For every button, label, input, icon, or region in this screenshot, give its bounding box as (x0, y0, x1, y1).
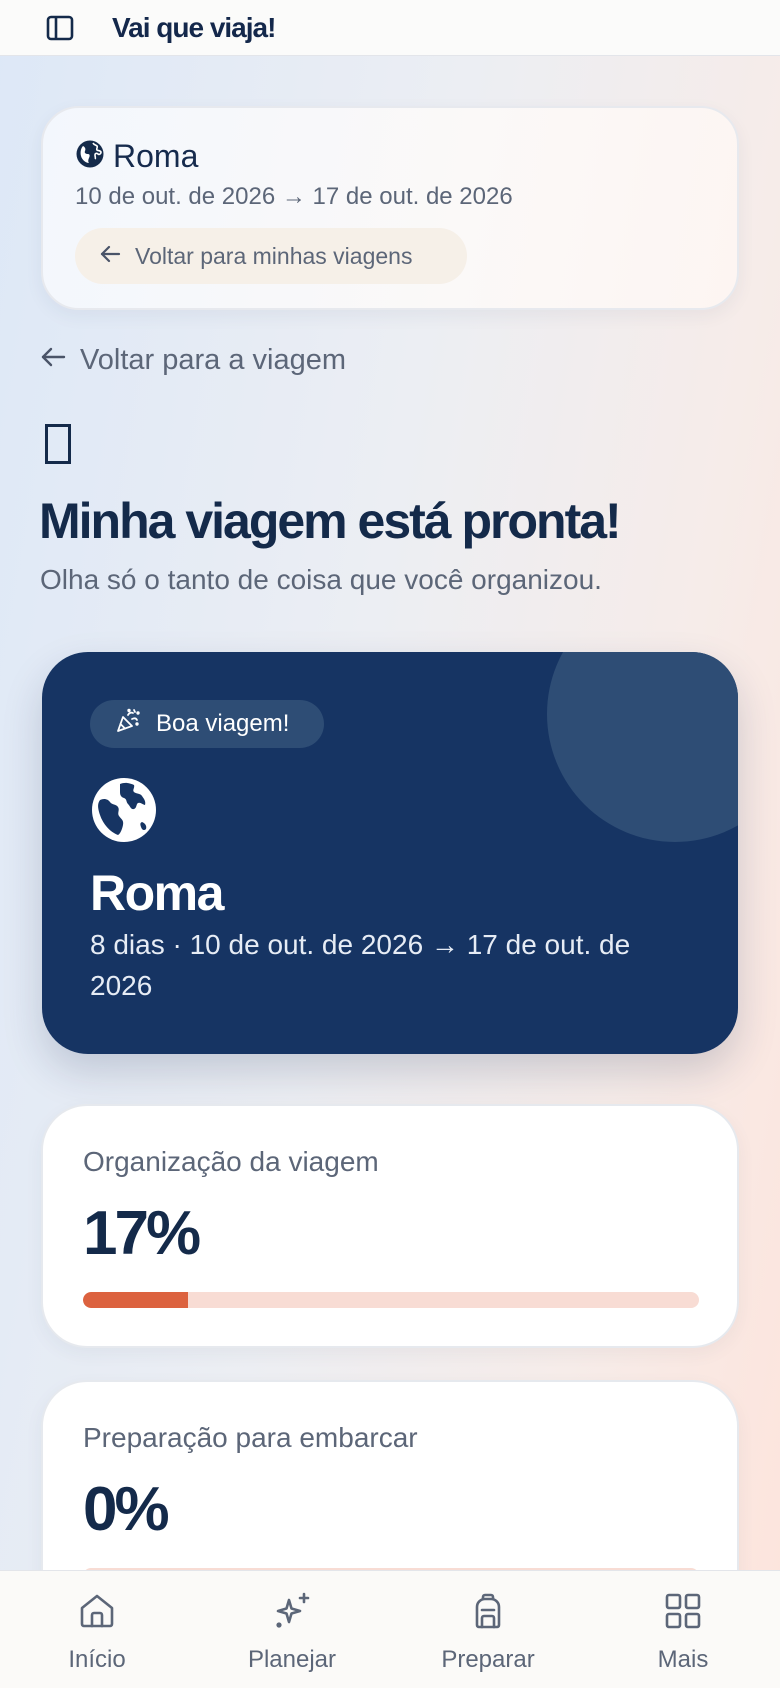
hero-trip-details: 8 dias · 10 de out. de 2026 → 17 de out.… (90, 929, 631, 1001)
trip-dates: 10 de out. de 2026 → 17 de out. de 2026 (75, 183, 513, 210)
backpack-icon (468, 1591, 508, 1638)
progress-bar-fill (83, 1292, 188, 1308)
hero-destination: Roma (90, 865, 224, 921)
bottom-navigation: Início Planejar Preparar Mais (0, 1570, 780, 1688)
home-icon (77, 1591, 117, 1638)
trip-destination-row: Roma (75, 138, 198, 175)
globe-icon (90, 776, 158, 849)
top-bar: Vai que viaja! (0, 0, 780, 56)
trip-header-card: Roma 10 de out. de 2026 → 17 de out. de … (41, 106, 739, 310)
back-to-trip-link[interactable]: Voltar para a viagem (40, 344, 346, 377)
back-to-my-trips-label: Voltar para minhas viagens (135, 242, 413, 269)
nav-label: Preparar (441, 1646, 535, 1673)
progress-bar (83, 1292, 699, 1308)
arrow-left-icon (99, 243, 121, 270)
organization-progress-card: Organização da viagem 17% (41, 1104, 739, 1348)
nav-item-planejar[interactable]: Planejar (212, 1591, 372, 1674)
trip-destination: Roma (113, 138, 199, 174)
back-to-my-trips-button[interactable]: Voltar para minhas viagens (75, 228, 467, 284)
globe-icon (75, 139, 105, 174)
nav-item-mais[interactable]: Mais (603, 1591, 763, 1674)
grid-icon (663, 1591, 703, 1638)
page-subtitle: Olha só o tanto de coisa que você organi… (40, 564, 602, 595)
party-emoji-icon (45, 424, 71, 464)
trip-summary-card: Boa viagem! Roma 8 dias · 10 de out. de … (42, 652, 738, 1054)
trip-badge: Boa viagem! (90, 700, 324, 748)
decorative-circle (547, 652, 738, 842)
back-to-trip-label: Voltar para a viagem (80, 344, 346, 376)
page-title: Minha viagem está pronta! (39, 493, 622, 549)
nav-item-inicio[interactable]: Início (17, 1591, 177, 1674)
arrow-left-icon (40, 344, 66, 377)
progress-label: Preparação para embarcar (83, 1422, 418, 1453)
nav-label: Início (68, 1646, 126, 1673)
nav-label: Planejar (247, 1646, 337, 1673)
progress-label: Organização da viagem (83, 1146, 379, 1177)
sparkles-icon (272, 1591, 312, 1638)
trip-badge-label: Boa viagem! (156, 710, 290, 737)
app-title: Vai que viaja! (112, 12, 276, 43)
progress-percent: 0% (83, 1475, 170, 1544)
nav-item-preparar[interactable]: Preparar (408, 1591, 568, 1674)
progress-percent: 17% (83, 1199, 201, 1268)
sidebar-toggle-icon[interactable] (44, 13, 76, 43)
party-popper-icon (114, 707, 142, 742)
nav-label: Mais (657, 1646, 709, 1673)
